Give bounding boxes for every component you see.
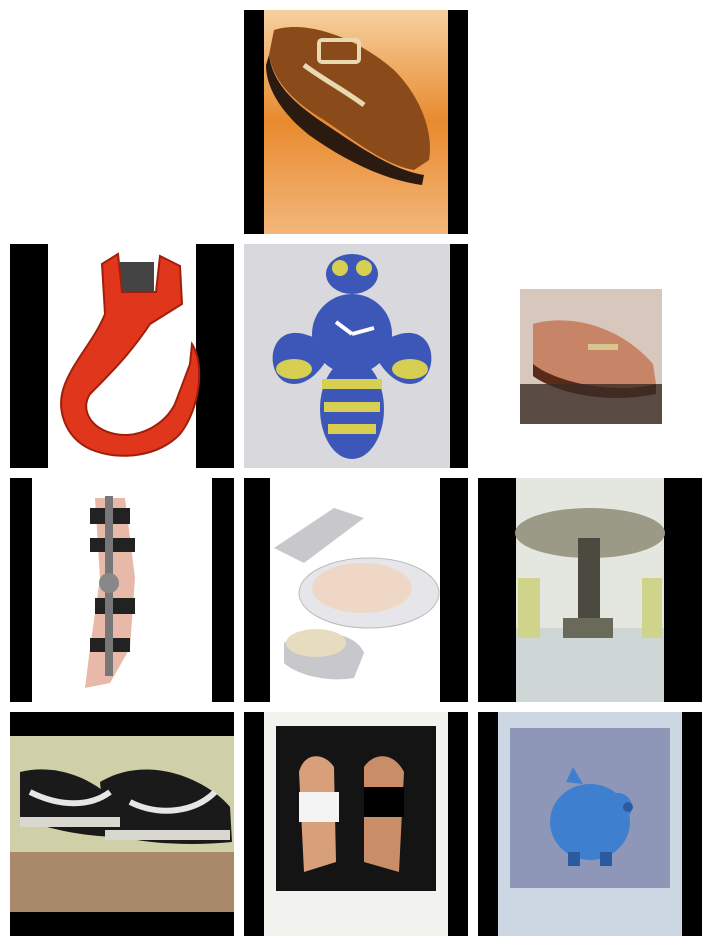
image-tile-polaroid[interactable]: [244, 712, 468, 936]
knee-brace-image: [10, 478, 234, 702]
loafer-shoe-image: [478, 244, 702, 468]
clog-shoe-image: [244, 10, 468, 234]
cosmetic-compact-image: [244, 478, 468, 702]
image-tile-hook[interactable]: [10, 244, 234, 468]
polaroid-people-image: [244, 712, 468, 936]
blue-piggy-bank-image: [478, 712, 702, 936]
lab-machine-image: [478, 478, 702, 702]
image-tile-lab[interactable]: [478, 478, 702, 702]
image-tile-sneakers[interactable]: [10, 712, 234, 936]
sneaker-photo-image: [10, 712, 234, 936]
crane-hook-image: [10, 244, 234, 468]
bee-clock-image: [244, 244, 468, 468]
image-tile-loafer[interactable]: [478, 244, 702, 468]
image-tile-cosmetic[interactable]: [244, 478, 468, 702]
image-tile-clog[interactable]: [244, 10, 468, 234]
image-tile-piggy[interactable]: [478, 712, 702, 936]
image-tile-bee-clock[interactable]: [244, 244, 468, 468]
image-tile-knee-brace[interactable]: [10, 478, 234, 702]
